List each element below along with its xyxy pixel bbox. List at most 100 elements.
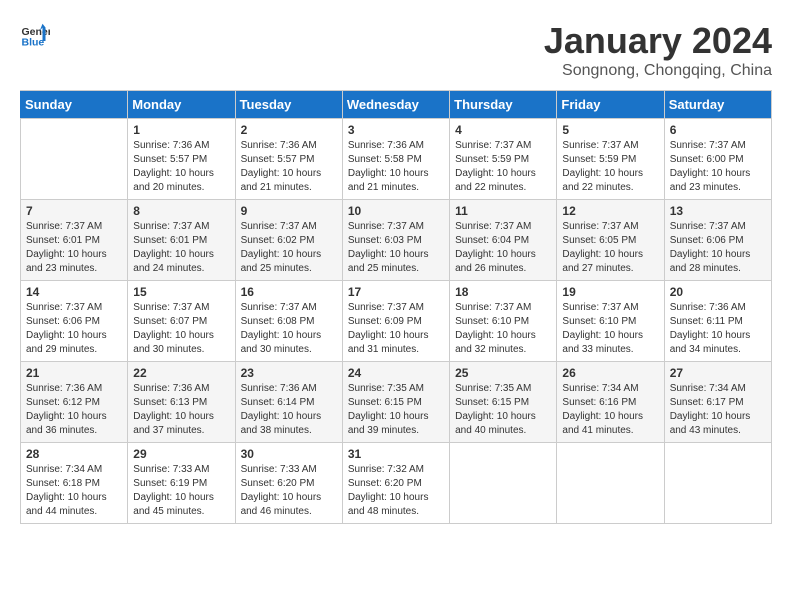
calendar-week-row: 21 Sunrise: 7:36 AM Sunset: 6:12 PM Dayl… (21, 362, 772, 443)
sunset-text: Sunset: 6:09 PM (348, 316, 422, 327)
sunset-text: Sunset: 6:06 PM (26, 316, 100, 327)
calendar-title: January 2024 (544, 20, 772, 62)
sunrise-text: Sunrise: 7:37 AM (562, 221, 638, 232)
day-info: Sunrise: 7:36 AM Sunset: 6:13 PM Dayligh… (133, 382, 229, 438)
calendar-week-row: 14 Sunrise: 7:37 AM Sunset: 6:06 PM Dayl… (21, 281, 772, 362)
sunrise-text: Sunrise: 7:32 AM (348, 464, 424, 475)
header-monday: Monday (128, 91, 235, 119)
daylight-text: Daylight: 10 hours and 39 minutes. (348, 411, 429, 436)
day-number: 19 (562, 285, 658, 299)
sunrise-text: Sunrise: 7:37 AM (670, 140, 746, 151)
header-tuesday: Tuesday (235, 91, 342, 119)
daylight-text: Daylight: 10 hours and 21 minutes. (348, 168, 429, 193)
day-number: 1 (133, 123, 229, 137)
table-row (21, 119, 128, 200)
daylight-text: Daylight: 10 hours and 40 minutes. (455, 411, 536, 436)
table-row: 12 Sunrise: 7:37 AM Sunset: 6:05 PM Dayl… (557, 200, 664, 281)
day-info: Sunrise: 7:37 AM Sunset: 6:04 PM Dayligh… (455, 220, 551, 276)
day-info: Sunrise: 7:37 AM Sunset: 5:59 PM Dayligh… (562, 139, 658, 195)
day-number: 4 (455, 123, 551, 137)
calendar-table: Sunday Monday Tuesday Wednesday Thursday… (20, 90, 772, 524)
table-row: 15 Sunrise: 7:37 AM Sunset: 6:07 PM Dayl… (128, 281, 235, 362)
day-number: 3 (348, 123, 444, 137)
sunrise-text: Sunrise: 7:33 AM (241, 464, 317, 475)
sunset-text: Sunset: 6:18 PM (26, 478, 100, 489)
sunrise-text: Sunrise: 7:37 AM (26, 302, 102, 313)
table-row: 14 Sunrise: 7:37 AM Sunset: 6:06 PM Dayl… (21, 281, 128, 362)
day-info: Sunrise: 7:33 AM Sunset: 6:19 PM Dayligh… (133, 463, 229, 519)
daylight-text: Daylight: 10 hours and 21 minutes. (241, 168, 322, 193)
table-row (450, 443, 557, 524)
sunrise-text: Sunrise: 7:37 AM (562, 302, 638, 313)
daylight-text: Daylight: 10 hours and 22 minutes. (562, 168, 643, 193)
table-row: 21 Sunrise: 7:36 AM Sunset: 6:12 PM Dayl… (21, 362, 128, 443)
day-number: 15 (133, 285, 229, 299)
table-row: 30 Sunrise: 7:33 AM Sunset: 6:20 PM Dayl… (235, 443, 342, 524)
day-number: 26 (562, 366, 658, 380)
day-info: Sunrise: 7:37 AM Sunset: 6:09 PM Dayligh… (348, 301, 444, 357)
day-info: Sunrise: 7:37 AM Sunset: 6:07 PM Dayligh… (133, 301, 229, 357)
daylight-text: Daylight: 10 hours and 22 minutes. (455, 168, 536, 193)
sunrise-text: Sunrise: 7:37 AM (133, 302, 209, 313)
day-info: Sunrise: 7:37 AM Sunset: 6:00 PM Dayligh… (670, 139, 766, 195)
table-row (557, 443, 664, 524)
sunrise-text: Sunrise: 7:37 AM (670, 221, 746, 232)
table-row: 10 Sunrise: 7:37 AM Sunset: 6:03 PM Dayl… (342, 200, 449, 281)
logo: General Blue (20, 20, 50, 50)
day-info: Sunrise: 7:37 AM Sunset: 6:10 PM Dayligh… (455, 301, 551, 357)
sunrise-text: Sunrise: 7:36 AM (26, 383, 102, 394)
sunset-text: Sunset: 6:10 PM (562, 316, 636, 327)
day-number: 12 (562, 204, 658, 218)
table-row: 24 Sunrise: 7:35 AM Sunset: 6:15 PM Dayl… (342, 362, 449, 443)
table-row: 23 Sunrise: 7:36 AM Sunset: 6:14 PM Dayl… (235, 362, 342, 443)
day-info: Sunrise: 7:34 AM Sunset: 6:17 PM Dayligh… (670, 382, 766, 438)
table-row: 6 Sunrise: 7:37 AM Sunset: 6:00 PM Dayli… (664, 119, 771, 200)
calendar-week-row: 28 Sunrise: 7:34 AM Sunset: 6:18 PM Dayl… (21, 443, 772, 524)
daylight-text: Daylight: 10 hours and 46 minutes. (241, 492, 322, 517)
day-number: 22 (133, 366, 229, 380)
daylight-text: Daylight: 10 hours and 26 minutes. (455, 249, 536, 274)
sunrise-text: Sunrise: 7:33 AM (133, 464, 209, 475)
logo-icon: General Blue (20, 20, 50, 50)
title-block: January 2024 Songnong, Chongqing, China (544, 20, 772, 80)
day-number: 8 (133, 204, 229, 218)
sunset-text: Sunset: 6:17 PM (670, 397, 744, 408)
sunset-text: Sunset: 5:59 PM (455, 154, 529, 165)
day-info: Sunrise: 7:37 AM Sunset: 6:06 PM Dayligh… (670, 220, 766, 276)
daylight-text: Daylight: 10 hours and 36 minutes. (26, 411, 107, 436)
daylight-text: Daylight: 10 hours and 33 minutes. (562, 330, 643, 355)
daylight-text: Daylight: 10 hours and 43 minutes. (670, 411, 751, 436)
sunset-text: Sunset: 6:16 PM (562, 397, 636, 408)
sunset-text: Sunset: 6:14 PM (241, 397, 315, 408)
day-number: 16 (241, 285, 337, 299)
calendar-subtitle: Songnong, Chongqing, China (544, 62, 772, 80)
sunset-text: Sunset: 5:58 PM (348, 154, 422, 165)
day-number: 27 (670, 366, 766, 380)
table-row: 17 Sunrise: 7:37 AM Sunset: 6:09 PM Dayl… (342, 281, 449, 362)
day-info: Sunrise: 7:34 AM Sunset: 6:16 PM Dayligh… (562, 382, 658, 438)
svg-text:Blue: Blue (22, 37, 45, 49)
day-info: Sunrise: 7:35 AM Sunset: 6:15 PM Dayligh… (348, 382, 444, 438)
table-row: 18 Sunrise: 7:37 AM Sunset: 6:10 PM Dayl… (450, 281, 557, 362)
day-number: 9 (241, 204, 337, 218)
sunrise-text: Sunrise: 7:35 AM (455, 383, 531, 394)
day-info: Sunrise: 7:36 AM Sunset: 5:57 PM Dayligh… (241, 139, 337, 195)
sunset-text: Sunset: 6:12 PM (26, 397, 100, 408)
sunrise-text: Sunrise: 7:34 AM (670, 383, 746, 394)
sunset-text: Sunset: 6:05 PM (562, 235, 636, 246)
day-number: 11 (455, 204, 551, 218)
day-info: Sunrise: 7:36 AM Sunset: 5:58 PM Dayligh… (348, 139, 444, 195)
day-number: 23 (241, 366, 337, 380)
sunset-text: Sunset: 6:01 PM (26, 235, 100, 246)
daylight-text: Daylight: 10 hours and 29 minutes. (26, 330, 107, 355)
day-number: 6 (670, 123, 766, 137)
sunrise-text: Sunrise: 7:36 AM (670, 302, 746, 313)
sunrise-text: Sunrise: 7:36 AM (348, 140, 424, 151)
table-row: 5 Sunrise: 7:37 AM Sunset: 5:59 PM Dayli… (557, 119, 664, 200)
day-number: 14 (26, 285, 122, 299)
day-info: Sunrise: 7:36 AM Sunset: 5:57 PM Dayligh… (133, 139, 229, 195)
table-row: 19 Sunrise: 7:37 AM Sunset: 6:10 PM Dayl… (557, 281, 664, 362)
day-number: 20 (670, 285, 766, 299)
sunset-text: Sunset: 6:08 PM (241, 316, 315, 327)
header-sunday: Sunday (21, 91, 128, 119)
